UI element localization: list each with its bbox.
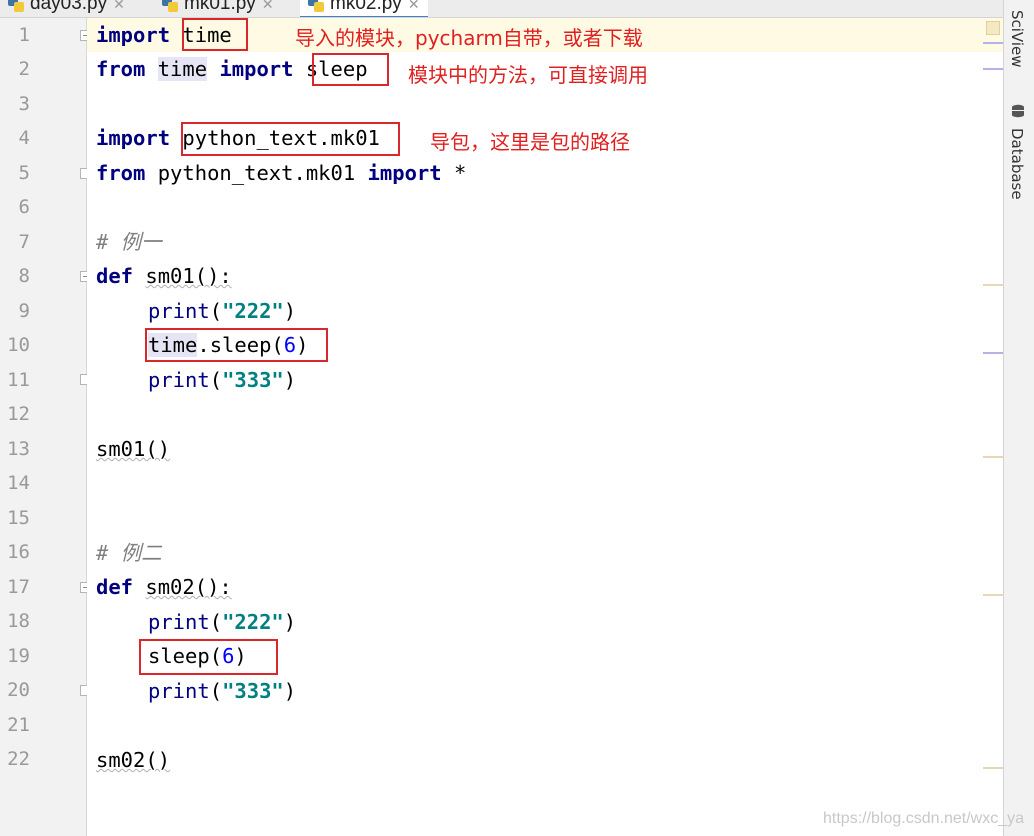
tab-label: day03.py — [30, 0, 108, 14]
code-line-11[interactable]: print("333") — [148, 363, 296, 397]
code-line-13[interactable]: sm01() — [96, 432, 170, 466]
annotation-box-sleep-call — [139, 639, 278, 675]
tab-mk02[interactable]: mk02.py ✕ — [300, 0, 428, 17]
paren: ) — [283, 368, 297, 392]
line-number: 8 — [18, 265, 30, 287]
annotation-box-package — [181, 122, 400, 156]
paren: ( — [209, 610, 223, 634]
keyword: def — [96, 264, 134, 288]
sciview-tool-button[interactable]: SciView — [1008, 10, 1026, 68]
keyword: from — [96, 57, 146, 81]
paren: ) — [283, 679, 297, 703]
paren: ( — [209, 368, 223, 392]
line-number: 9 — [18, 300, 30, 322]
python-file-icon — [308, 0, 324, 12]
close-icon[interactable]: ✕ — [262, 0, 274, 13]
keyword: import — [96, 23, 171, 47]
keyword: def — [96, 575, 134, 599]
line-number: 13 — [7, 438, 30, 460]
line-number: 18 — [7, 610, 30, 632]
builtin-print: print — [148, 610, 210, 634]
keyword: import — [96, 126, 171, 150]
function-signature: sm02(): — [145, 575, 232, 599]
code-line-18[interactable]: print("222") — [148, 605, 296, 639]
error-stripe-marker[interactable] — [983, 284, 1003, 286]
string-literal: "222" — [222, 299, 284, 323]
line-number: 4 — [18, 127, 30, 149]
line-number: 19 — [7, 645, 30, 667]
line-number: 20 — [7, 679, 30, 701]
paren: ( — [209, 679, 223, 703]
code-line-16[interactable]: # 例二 — [96, 536, 162, 570]
wildcard: * — [453, 161, 467, 185]
module-name: python_text.mk01 — [157, 161, 356, 185]
error-stripe-marker[interactable] — [983, 352, 1003, 354]
error-stripe-marker[interactable] — [983, 68, 1003, 70]
error-stripe-marker[interactable] — [983, 594, 1003, 596]
editor-tab-bar: day03.py ✕ mk01.py ✕ mk02.py ✕ — [0, 0, 1004, 18]
builtin-print: print — [148, 368, 210, 392]
annotation-box-time-sleep — [145, 328, 328, 362]
line-number: 10 — [7, 334, 30, 356]
code-line-9[interactable]: print("222") — [148, 294, 296, 328]
line-number: 16 — [7, 541, 30, 563]
line-number: 1 — [18, 24, 30, 46]
database-icon — [1012, 104, 1024, 118]
line-number: 2 — [18, 58, 30, 80]
code-line-22[interactable]: sm02() — [96, 743, 170, 777]
paren: ( — [209, 299, 223, 323]
python-file-icon — [162, 0, 178, 12]
error-stripe-marker[interactable] — [983, 456, 1003, 458]
annotation-box-time — [182, 18, 248, 51]
line-number: 5 — [18, 162, 30, 184]
line-number: 21 — [7, 714, 30, 736]
line-number: 15 — [7, 507, 30, 529]
line-number: 17 — [7, 576, 30, 598]
line-number: 3 — [18, 93, 30, 115]
builtin-print: print — [148, 299, 210, 323]
function-call: sm02() — [96, 748, 171, 772]
keyword: import — [219, 57, 294, 81]
string-literal: "333" — [222, 368, 284, 392]
code-line-8[interactable]: def sm01(): — [96, 259, 232, 293]
string-literal: "222" — [222, 610, 284, 634]
function-signature: sm01(): — [145, 264, 232, 288]
line-number: 7 — [18, 231, 30, 253]
inspection-status-icon[interactable] — [986, 21, 1000, 35]
function-call: sm01() — [96, 437, 171, 461]
annotation-box-sleep — [312, 53, 389, 86]
line-number: 11 — [7, 369, 30, 391]
error-stripe-marker[interactable] — [983, 767, 1003, 769]
code-line-5[interactable]: from python_text.mk01 import * — [96, 156, 466, 190]
close-icon[interactable]: ✕ — [113, 0, 125, 13]
tab-label: mk01.py — [184, 0, 256, 14]
code-line-17[interactable]: def sm02(): — [96, 570, 232, 604]
python-file-icon — [8, 0, 24, 12]
tab-label: mk02.py — [330, 0, 402, 14]
close-icon[interactable]: ✕ — [408, 0, 420, 13]
annotation-note-package: 导包，这里是包的路径 — [430, 130, 630, 154]
error-stripe-marker[interactable] — [983, 42, 1003, 44]
paren: ) — [283, 610, 297, 634]
line-number-gutter[interactable]: 1 2 3 4 5 6 7 8 9 10 11 12 13 14 15 16 1… — [0, 18, 91, 836]
builtin-print: print — [148, 679, 210, 703]
tab-day03[interactable]: day03.py ✕ — [8, 0, 125, 16]
right-tool-bar: SciView Database — [1003, 0, 1034, 836]
code-line-7[interactable]: # 例一 — [96, 225, 162, 259]
watermark: https://blog.csdn.net/wxc_ya — [823, 810, 1024, 827]
database-tool-button[interactable]: Database — [1008, 128, 1026, 200]
line-number: 14 — [7, 472, 30, 494]
line-number: 22 — [7, 748, 30, 770]
string-literal: "333" — [222, 679, 284, 703]
module-name: time — [157, 57, 208, 81]
annotation-note-method: 模块中的方法，可直接调用 — [408, 63, 648, 87]
line-number: 6 — [18, 196, 30, 218]
keyword: import — [367, 161, 442, 185]
annotation-note-module: 导入的模块，pycharm自带，或者下载 — [295, 26, 643, 50]
line-number: 12 — [7, 403, 30, 425]
keyword: from — [96, 161, 146, 185]
paren: ) — [283, 299, 297, 323]
tab-mk01[interactable]: mk01.py ✕ — [162, 0, 274, 16]
code-line-20[interactable]: print("333") — [148, 674, 296, 708]
